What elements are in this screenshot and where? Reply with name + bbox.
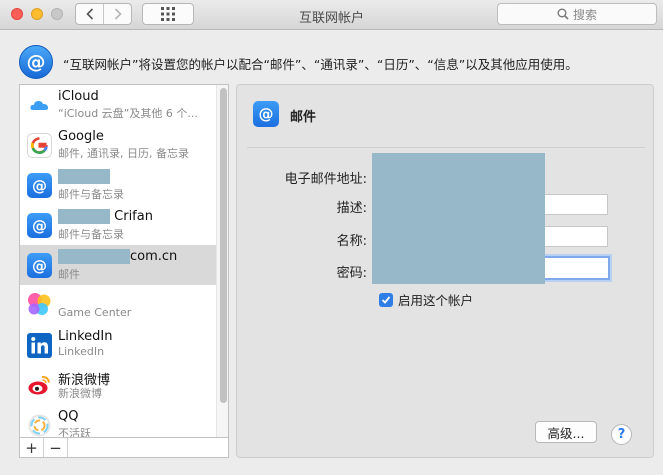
search-field[interactable]: 搜索: [497, 3, 657, 25]
account-subtitle: Game Center: [58, 306, 132, 319]
game-center-icon: [27, 293, 52, 318]
account-name: com.cn: [58, 249, 177, 264]
checkbox-checked[interactable]: [379, 292, 393, 307]
account-list-footer: + −: [19, 437, 229, 458]
account-name: LinkedIn: [58, 329, 113, 344]
qq-icon: [27, 413, 52, 437]
mail-at-icon: @: [27, 173, 52, 198]
account-item-mail-1[interactable]: @ 邮件与备忘录: [20, 165, 217, 205]
account-subtitle: 邮件, 通讯录, 日历, 备忘录: [58, 147, 189, 160]
enable-account-checkbox[interactable]: 启用这个帐户: [379, 290, 473, 309]
account-subtitle: 不活跃: [58, 427, 91, 437]
description-label: 描述:: [336, 201, 367, 216]
account-name: Crifan: [58, 209, 153, 224]
account-item-mail-crifan[interactable]: @ Crifan 邮件与备忘录: [20, 205, 217, 245]
account-subtitle: 邮件: [58, 268, 80, 281]
account-list-scrollbar[interactable]: [216, 85, 228, 437]
remove-account-button[interactable]: −: [44, 438, 68, 457]
account-subtitle: 邮件与备忘录: [58, 188, 124, 201]
account-name: QQ: [58, 409, 79, 424]
password-label: 密码:: [336, 266, 367, 281]
account-item-google[interactable]: Google 邮件, 通讯录, 日历, 备忘录: [20, 125, 217, 165]
account-subtitle: 新浪微博: [58, 387, 102, 400]
checkmark-icon: [381, 295, 391, 304]
internet-accounts-icon: @: [19, 45, 53, 79]
account-item-weibo[interactable]: 新浪微博 新浪微博: [20, 365, 217, 405]
svg-text:@: @: [27, 51, 46, 73]
account-subtitle: “iCloud 云盘”及其他 6 个...: [58, 107, 198, 120]
mail-at-icon: @: [27, 213, 52, 238]
email-address-label: 电子邮件地址:: [284, 172, 367, 187]
account-subtitle: 邮件与备忘录: [58, 228, 124, 241]
account-detail-panel: @ 邮件 电子邮件地址: 描述: 名称: 密码: 启用这个帐户 高级... ?: [236, 84, 654, 458]
account-name: iCloud: [58, 89, 99, 104]
account-item-linkedin[interactable]: LinkedIn LinkedIn: [20, 325, 217, 365]
help-button[interactable]: ?: [611, 424, 632, 445]
account-name-redacted: [58, 169, 110, 184]
mail-at-icon: @: [253, 101, 279, 127]
title-bar: 互联网帐户 搜索: [0, 0, 663, 30]
add-account-button[interactable]: +: [20, 438, 44, 457]
search-placeholder: 搜索: [572, 7, 597, 22]
divider: [247, 147, 645, 148]
account-subtitle: LinkedIn: [58, 345, 105, 358]
name-label: 名称:: [336, 234, 367, 249]
redacted-block: [372, 153, 545, 284]
account-item-qq[interactable]: QQ 不活跃: [20, 405, 217, 437]
weibo-icon: [27, 373, 52, 398]
account-name-text: Crifan: [114, 209, 153, 224]
account-name: Google: [58, 129, 104, 144]
header-description: “互联网帐户”将设置您的帐户以配合“邮件”、“通讯录”、“日历”、“信息”以及其…: [63, 57, 578, 72]
account-item-icloud[interactable]: iCloud “iCloud 云盘”及其他 6 个...: [20, 85, 217, 125]
linkedin-icon: [27, 333, 52, 358]
icloud-icon: [27, 93, 52, 118]
account-item-mail-selected[interactable]: @ com.cn 邮件: [20, 245, 217, 285]
redacted-block: [58, 249, 130, 264]
advanced-button[interactable]: 高级...: [535, 421, 597, 443]
mail-at-icon: @: [27, 253, 52, 278]
google-icon: [27, 133, 52, 158]
scrollbar-thumb[interactable]: [220, 88, 227, 403]
account-list[interactable]: iCloud “iCloud 云盘”及其他 6 个... Google 邮件, …: [19, 84, 229, 437]
enable-account-label: 启用这个帐户: [398, 293, 474, 308]
account-name-text: com.cn: [130, 249, 178, 264]
panel-title: 邮件: [290, 110, 317, 125]
search-icon: [557, 8, 569, 20]
redacted-block: [58, 169, 110, 184]
redacted-block: [58, 209, 110, 224]
account-item-game-center[interactable]: Game Center: [20, 285, 217, 325]
